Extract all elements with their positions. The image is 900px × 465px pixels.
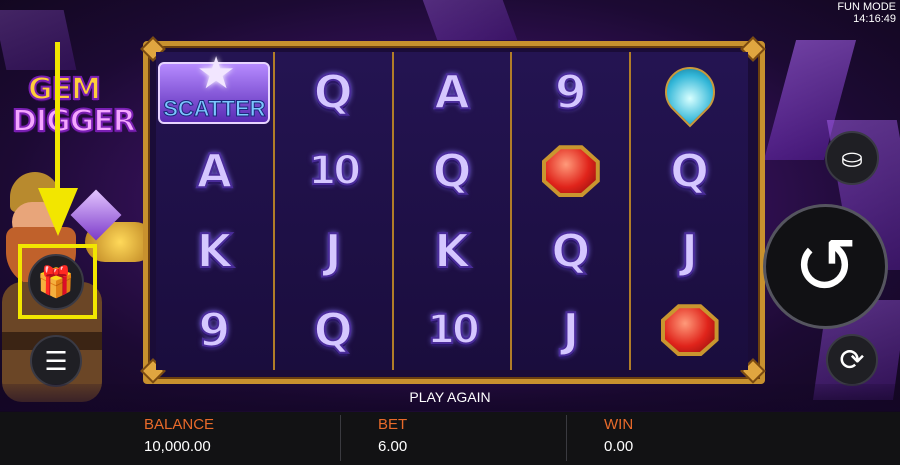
game-logo: GEM DIGGER xyxy=(10,71,140,142)
reel-5: QJ xyxy=(631,52,748,370)
scatter-symbol: ★ SCATTER xyxy=(158,49,271,128)
reel-cell xyxy=(512,132,629,212)
blue-gem-icon xyxy=(654,56,725,128)
red-gem-icon xyxy=(660,304,719,357)
coins-icon: ⛀ xyxy=(841,142,863,173)
gift-icon: 🎁 xyxy=(37,265,75,299)
symbol-k: K xyxy=(196,223,234,279)
reel-grid: ★ SCATTER A K 9 Q 10 J Q A Q K 10 9 Q J Q J xyxy=(156,49,748,371)
reel-cell: J xyxy=(275,211,392,291)
divider xyxy=(340,415,341,461)
star-icon: ★ xyxy=(196,48,236,98)
menu-icon: ☰ xyxy=(44,345,68,376)
menu-button[interactable]: ☰ xyxy=(30,335,82,387)
reel-cell: 9 xyxy=(512,52,629,132)
balance-label: BALANCE xyxy=(144,416,215,433)
reel-cell: 9 xyxy=(156,291,273,371)
symbol-q: Q xyxy=(313,64,354,120)
reel-cell: K xyxy=(156,211,273,291)
bet-coins-button[interactable]: ⛀ xyxy=(825,131,879,185)
reel-3: A Q K 10 xyxy=(393,52,513,371)
autoplay-icon: ⟳ xyxy=(839,343,865,377)
bottom-bar: BALANCE 10,000.00 BET 6.00 WIN 0.00 xyxy=(0,412,900,465)
symbol-q: Q xyxy=(669,143,710,199)
reel-cell: Q xyxy=(512,211,629,291)
spin-icon: ↺ xyxy=(792,222,859,310)
mode-label: FUN MODE xyxy=(837,1,896,13)
symbol-a: A xyxy=(196,143,234,199)
symbol-10: 10 xyxy=(307,147,362,195)
scatter-label: SCATTER xyxy=(163,95,266,121)
reel-cell: Q xyxy=(275,52,392,132)
reel-cell: ★ SCATTER xyxy=(156,49,273,132)
red-gem-icon xyxy=(541,145,600,198)
symbol-q: Q xyxy=(313,302,354,358)
symbol-j: J xyxy=(680,223,699,279)
reel-1: ★ SCATTER A K 9 xyxy=(156,49,275,371)
autoplay-button[interactable]: ⟳ xyxy=(826,334,878,386)
symbol-j: J xyxy=(561,302,580,358)
game-scene: FUN MODE 14:16:49 GEM DIGGER ★ SCATTER A K 9… xyxy=(0,0,900,412)
win-label: WIN xyxy=(604,416,634,433)
reel-4: 9 QJ xyxy=(512,52,632,371)
reel-cell: 10 xyxy=(394,291,511,371)
annotation-arrow xyxy=(55,42,60,192)
crystal-decor xyxy=(0,10,77,70)
mode-clock: FUN MODE 14:16:49 xyxy=(837,1,896,25)
symbol-q: Q xyxy=(550,223,591,279)
divider xyxy=(566,415,567,461)
crystal-decor xyxy=(422,0,518,40)
symbol-q: Q xyxy=(431,143,472,199)
reel-cell: A xyxy=(394,52,511,132)
symbol-k: K xyxy=(433,223,471,279)
bet-label: BET xyxy=(378,416,408,433)
logo-line2: DIGGER xyxy=(11,103,137,140)
gift-button[interactable]: 🎁 xyxy=(28,254,84,310)
reel-cell: Q xyxy=(394,132,511,212)
balance-value: 10,000.00 xyxy=(144,438,211,455)
reel-cell: Q xyxy=(631,132,748,212)
win-display: WIN 0.00 xyxy=(604,415,633,459)
reel-cell: J xyxy=(512,291,629,371)
symbol-9: 9 xyxy=(197,302,231,358)
status-message: PLAY AGAIN xyxy=(0,384,900,411)
symbol-9: 9 xyxy=(554,64,588,120)
bet-value: 6.00 xyxy=(378,438,408,455)
reel-cell xyxy=(631,291,748,371)
symbol-10: 10 xyxy=(426,306,481,354)
balance-display: BALANCE 10,000.00 xyxy=(144,415,214,459)
reel-cell: Q xyxy=(275,291,392,371)
reel-cell: 10 xyxy=(275,132,392,212)
reel-2: Q 10 J Q xyxy=(274,52,394,371)
reel-cell xyxy=(631,52,748,132)
spin-button[interactable]: ↺ xyxy=(763,204,888,329)
symbol-j: J xyxy=(324,223,343,279)
reel-cell: A xyxy=(156,132,273,212)
win-value: 0.00 xyxy=(604,438,634,455)
reel-cell: K xyxy=(394,211,511,291)
bet-display[interactable]: BET 6.00 xyxy=(378,415,407,459)
logo-line1: GEM xyxy=(27,71,102,108)
symbol-a: A xyxy=(433,64,471,120)
reel-cell: J xyxy=(631,211,748,291)
clock: 14:16:49 xyxy=(853,13,896,25)
annotation-arrow-head xyxy=(38,188,78,236)
